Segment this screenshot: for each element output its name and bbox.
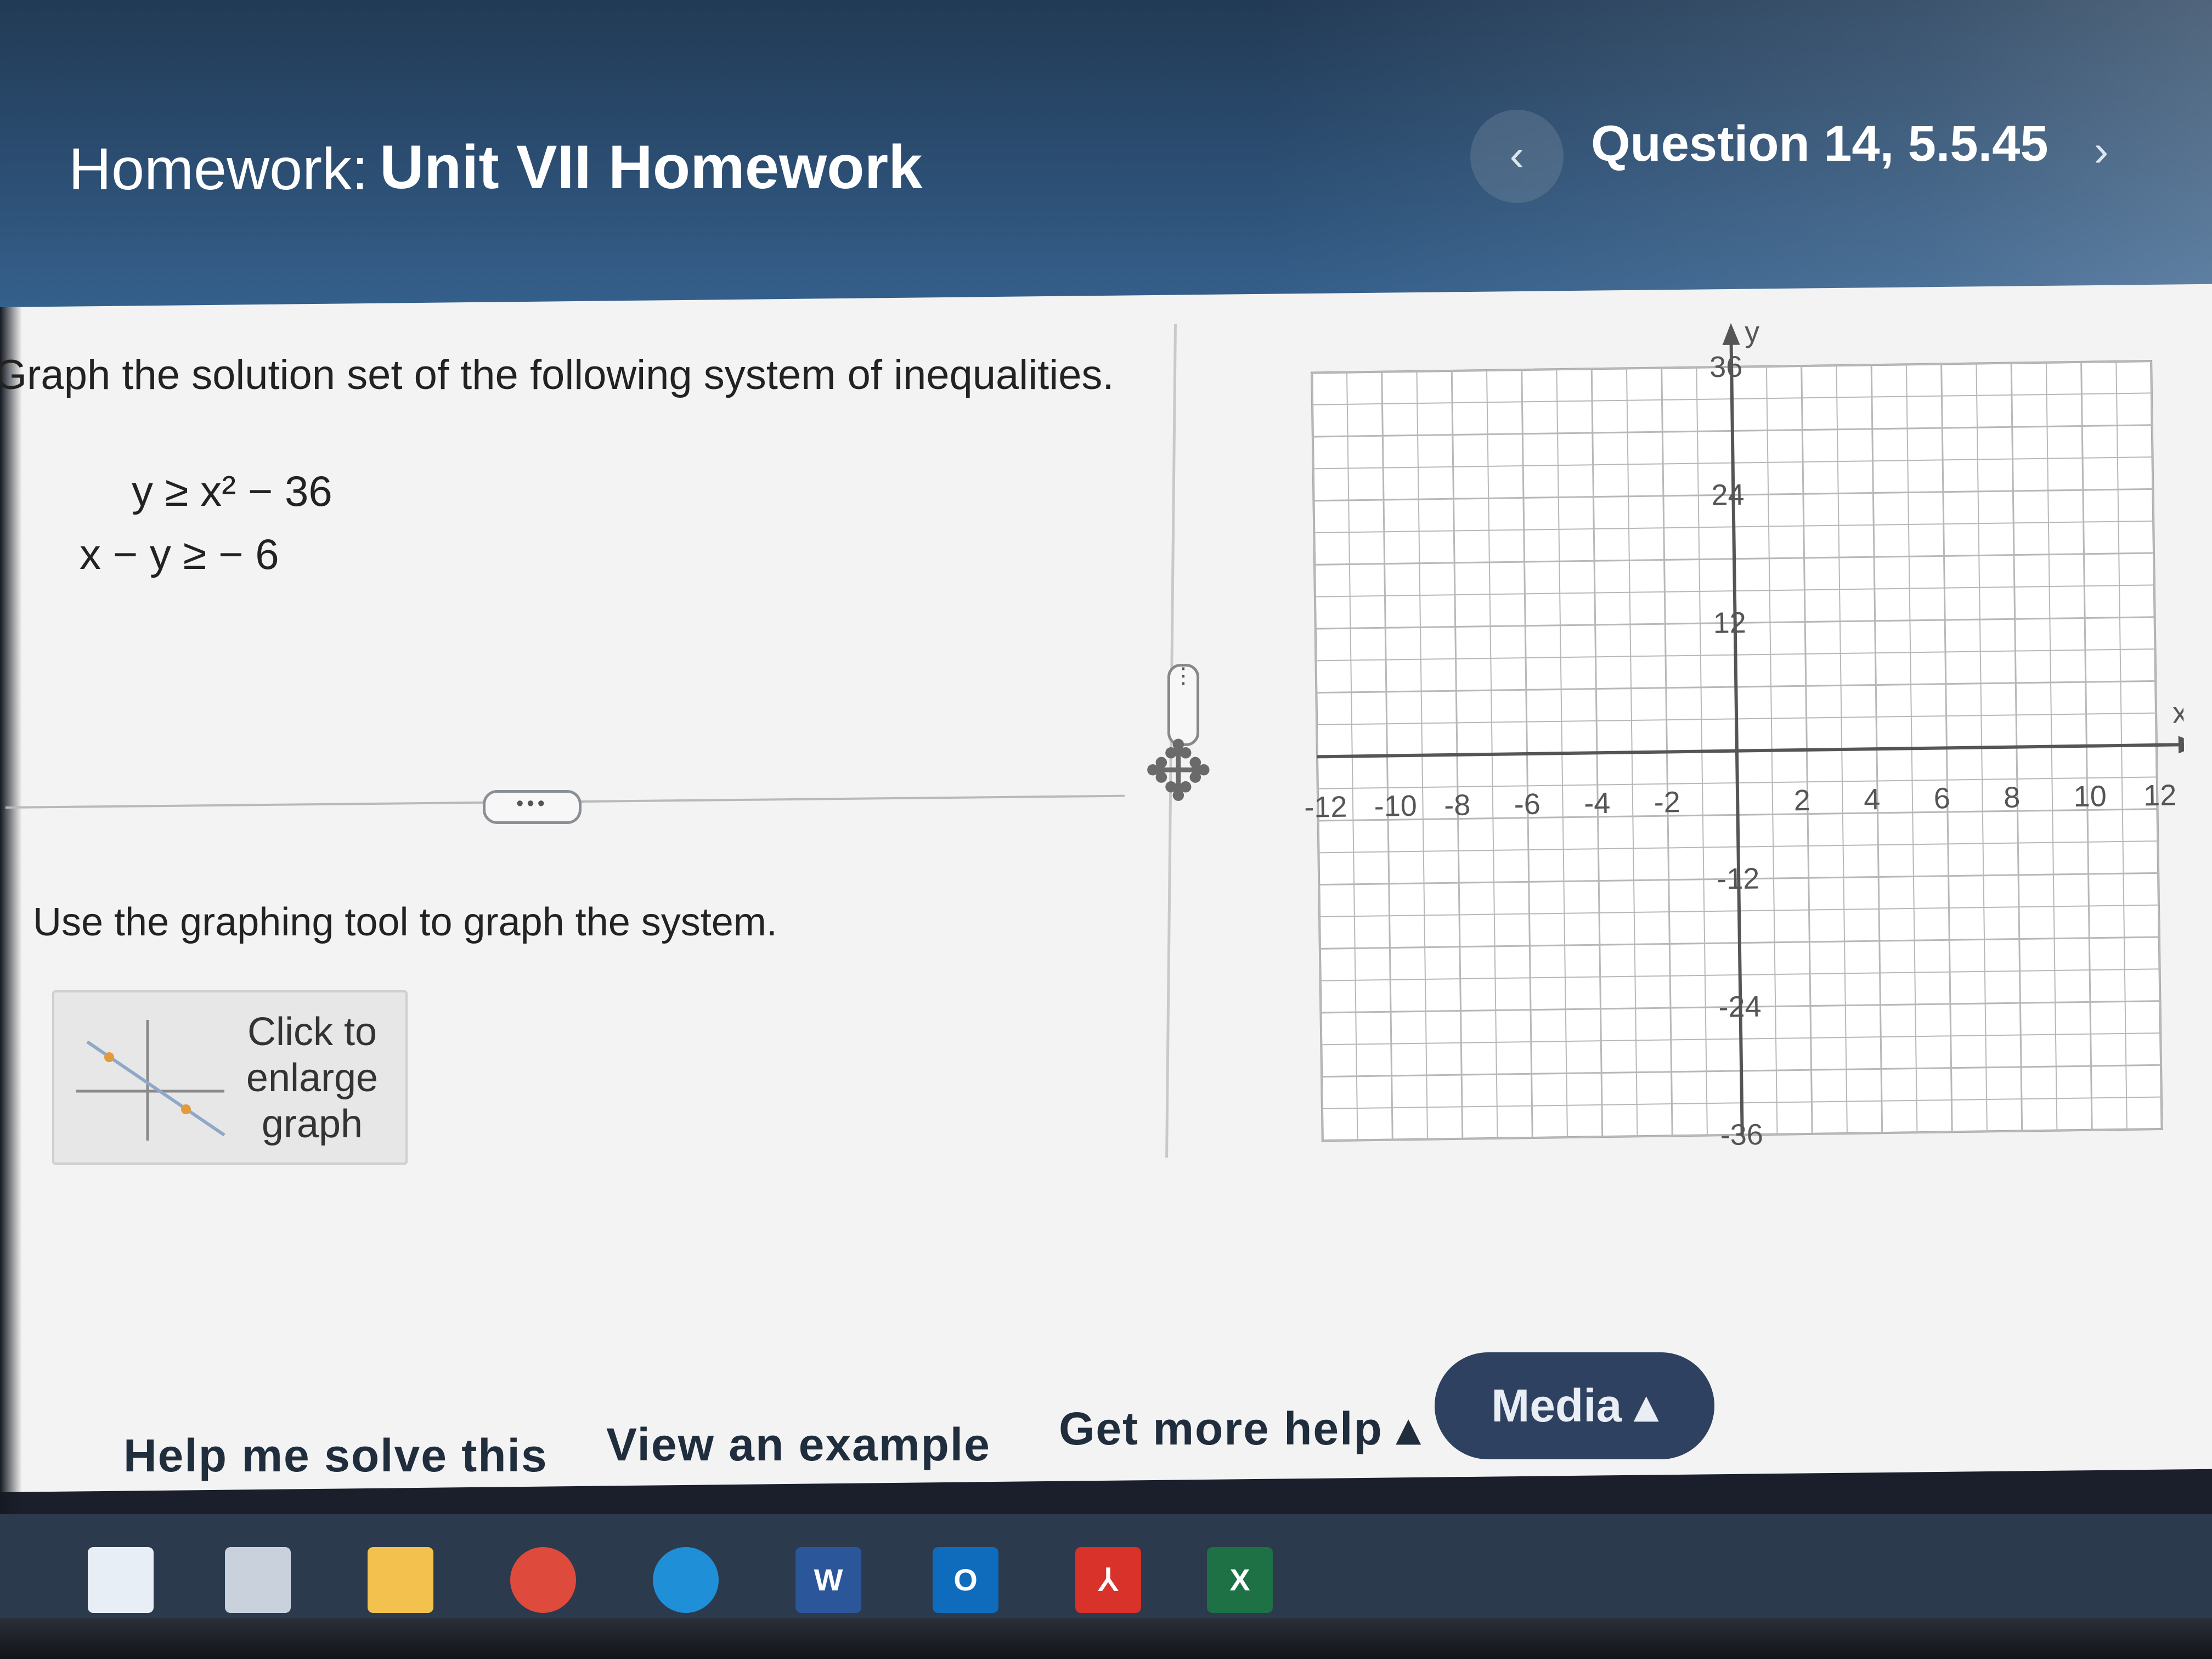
x-tick-label: 4 xyxy=(1864,783,1881,816)
y-tick-label: 36 xyxy=(1709,350,1743,383)
x-tick-label: 10 xyxy=(2073,780,2107,813)
x-tick-label: -6 xyxy=(1514,788,1541,821)
move-cursor-icon: ✥ xyxy=(1144,725,1213,817)
x-tick-label: -10 xyxy=(1374,789,1417,823)
y-tick-label: 12 xyxy=(1713,606,1746,640)
coordinate-grid[interactable]: x y -12 -10 -8 -6 -4 -2 2 4 6 8 10 12 36 24 12 -12 -24 -36 xyxy=(1289,311,2200,1163)
acrobat-icon[interactable]: ⅄ xyxy=(1075,1547,1141,1613)
x-tick-label: 2 xyxy=(1793,784,1810,817)
homework-label: Homework: xyxy=(69,136,369,202)
tool-instruction: Use the graphing tool to graph the syste… xyxy=(33,900,777,944)
monitor-bezel-left xyxy=(0,307,22,1569)
x-tick-label: -2 xyxy=(1654,786,1680,819)
y-axis-label: y xyxy=(1745,315,1760,348)
enlarge-graph-label: Click to enlarge graph xyxy=(246,1010,379,1146)
y-tick-label: -24 xyxy=(1718,990,1762,1024)
outlook-icon[interactable]: O xyxy=(933,1547,998,1613)
excel-icon[interactable]: X xyxy=(1207,1547,1273,1613)
header-bar: Homework: Unit VII Homework ‹ Question 1… xyxy=(0,0,2212,324)
monitor-bezel-bottom xyxy=(0,1618,2212,1659)
help-me-solve-link[interactable]: Help me solve this xyxy=(123,1429,548,1482)
file-explorer-icon[interactable] xyxy=(368,1547,433,1613)
y-tick-label: 24 xyxy=(1711,478,1745,512)
edge-icon[interactable] xyxy=(653,1547,719,1613)
question-label: Question 14, 5.5.45 xyxy=(1591,116,2049,172)
enlarge-graph-button[interactable]: Click to enlarge graph xyxy=(52,990,408,1165)
next-question-button[interactable]: › xyxy=(2074,112,2129,189)
problem-instruction: Graph the solution set of the following … xyxy=(0,352,1114,398)
windows-start-icon[interactable] xyxy=(88,1547,154,1613)
x-tick-label: 8 xyxy=(2004,781,2021,814)
x-tick-label: -8 xyxy=(1444,788,1471,822)
x-tick-label: 6 xyxy=(1933,782,1950,815)
screen: Homework: Unit VII Homework ‹ Question 1… xyxy=(0,0,2212,1659)
view-example-link[interactable]: View an example xyxy=(606,1418,991,1471)
graph-svg: xy-12 -10 -8 -6 -4 -2 2 4 6 8 10 12362412-12-24-36 xyxy=(1304,315,2200,1152)
y-tick-label: -12 xyxy=(1717,862,1760,895)
homework-title: Unit VII Homework xyxy=(380,133,923,201)
chrome-icon[interactable] xyxy=(510,1547,576,1613)
x-tick-label: -12 xyxy=(1304,791,1347,824)
expand-button[interactable]: ••• xyxy=(483,790,582,824)
get-more-help-link[interactable]: Get more help ▴ xyxy=(1059,1402,1421,1455)
inequality-1: y ≥ x² − 36 xyxy=(132,467,332,515)
inequality-2: x − y ≥ − 6 xyxy=(80,530,279,578)
graph-thumbnail-icon xyxy=(76,1020,225,1141)
previous-question-button[interactable]: ‹ xyxy=(1470,110,1564,203)
x-tick-label: -4 xyxy=(1584,787,1611,820)
y-tick-label: -36 xyxy=(1720,1118,1763,1152)
task-view-icon[interactable] xyxy=(225,1547,291,1613)
x-tick-label: 12 xyxy=(2143,779,2177,812)
media-button[interactable]: Media ▴ xyxy=(1435,1352,1714,1459)
y-axis-arrow xyxy=(1722,323,1740,345)
word-icon[interactable]: W xyxy=(795,1547,861,1613)
